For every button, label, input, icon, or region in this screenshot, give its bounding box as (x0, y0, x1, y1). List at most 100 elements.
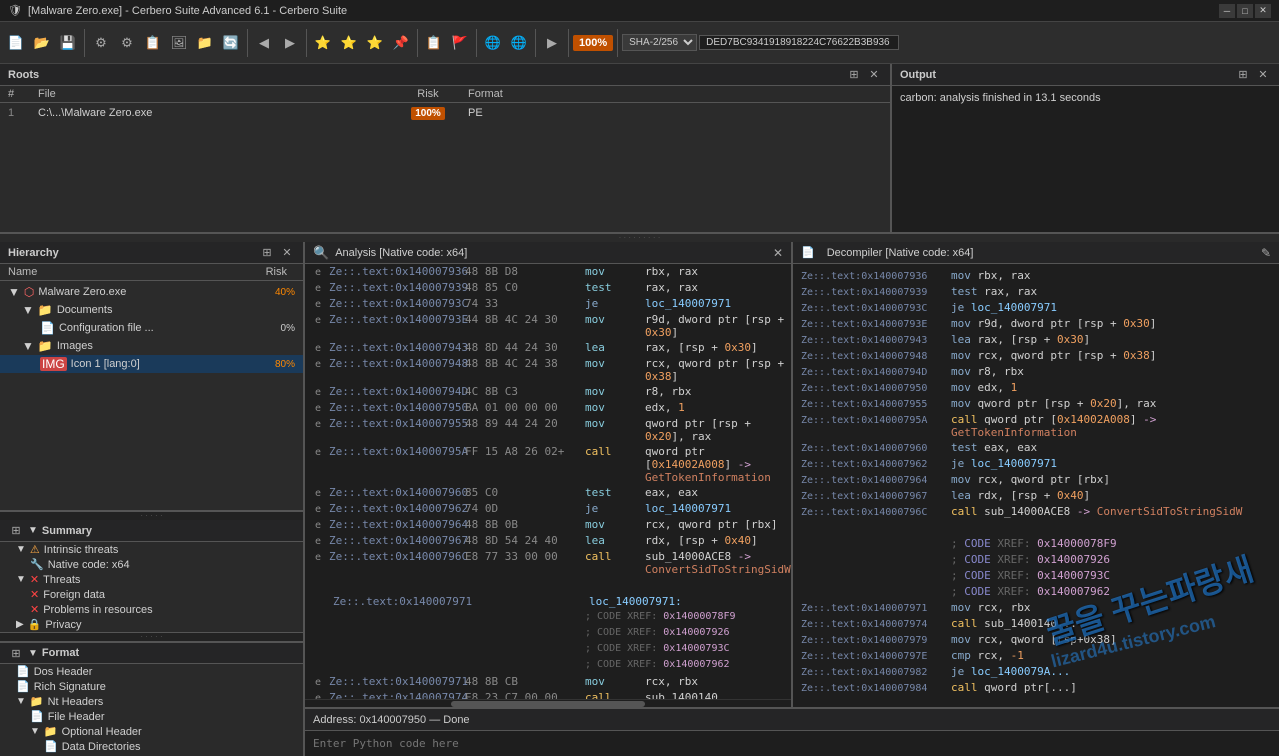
asm-row[interactable]: e Ze::.text:0x140007967 48 8D 54 24 40 l… (305, 533, 791, 549)
asm-row[interactable]: e Ze::.text:0x140007962 74 0D je loc_140… (305, 501, 791, 517)
roots-row[interactable]: 1 C:\...\Malware Zero.exe 100% PE (8, 105, 882, 121)
item-label: Configuration file ... (59, 322, 281, 334)
hierarchy-maximize[interactable]: ⊞ (259, 245, 275, 261)
rich-sig-label: Rich Signature (34, 681, 106, 693)
hierarchy-item-documents[interactable]: ▼ 📁 Documents (0, 301, 303, 319)
asm-bytes: 48 8D 54 24 40 (465, 534, 585, 547)
asm-row[interactable]: e Ze::.text:0x140007943 48 8D 44 24 30 l… (305, 340, 791, 356)
asm-row[interactable]: e Ze::.text:0x14000794D 4C 8B C3 mov r8,… (305, 384, 791, 400)
summary-header[interactable]: ⊞ ▼ Summary (0, 520, 303, 542)
close-button[interactable]: ✕ (1255, 4, 1271, 18)
hash-algorithm-select[interactable]: SHA-2/256 (622, 34, 697, 51)
toolbar-globe[interactable]: 🌐 (481, 31, 505, 55)
toolbar-img[interactable]: 🖼 (167, 31, 191, 55)
toolbar-arrow-left[interactable]: ◀ (252, 31, 276, 55)
asm-prefix: e (305, 536, 325, 547)
asm-row[interactable]: e Ze::.text:0x140007948 48 8B 4C 24 38 m… (305, 356, 791, 384)
maximize-button[interactable]: □ (1237, 4, 1253, 18)
problems-resources-item[interactable]: ✕ Problems in resources (0, 602, 303, 617)
asm-row[interactable]: e Ze::.text:0x140007964 48 8B 0B mov rcx… (305, 517, 791, 533)
roots-close[interactable]: ✕ (866, 67, 882, 83)
output-close[interactable]: ✕ (1255, 67, 1271, 83)
asm-row[interactable]: e Ze::.text:0x14000795A FF 15 A8 26 02+ … (305, 444, 791, 485)
hierarchy-content: ▼ ⬡ Malware Zero.exe 40% ▼ 📁 Documents (0, 281, 303, 510)
toolbar-flag[interactable]: 🚩 (448, 31, 472, 55)
python-input[interactable] (313, 737, 1271, 750)
asm-label: loc_140007971: (589, 595, 682, 608)
toolbar-refresh[interactable]: 🔄 (219, 31, 243, 55)
toolbar-star1[interactable]: ⭐ (311, 31, 335, 55)
intrinsic-threats-item[interactable]: ▼ ⚠ Intrinsic threats (0, 542, 303, 557)
disasm-search-btn[interactable]: 🔍 (313, 245, 329, 261)
native-code-item[interactable]: 🔧 Native code: x64 (0, 557, 303, 572)
toolbar-star3[interactable]: ⭐ (363, 31, 387, 55)
hierarchy-controls[interactable]: ⊞ ✕ (259, 245, 295, 261)
decompiler-edit-btn[interactable]: ✎ (1261, 246, 1271, 260)
toolbar-open[interactable]: 📂 (30, 31, 54, 55)
optional-header-item[interactable]: ▼ 📁 Optional Header (0, 724, 303, 739)
format-panel-ctrl[interactable]: ⊞ (8, 645, 24, 661)
toolbar-file[interactable]: 📁 (193, 31, 217, 55)
asm-row[interactable]: e Ze::.text:0x140007939 48 85 C0 test ra… (305, 280, 791, 296)
toolbar-pin[interactable]: 📌 (389, 31, 413, 55)
output-maximize[interactable]: ⊞ (1235, 67, 1251, 83)
hierarchy-item-icon1[interactable]: IMG Icon 1 [lang:0] 80% (0, 355, 303, 373)
output-panel-controls[interactable]: ⊞ ✕ (1235, 67, 1271, 83)
foreign-data-item[interactable]: ✕ Foreign data (0, 587, 303, 602)
format-drag-handle[interactable]: · · · · · (0, 633, 303, 641)
format-header[interactable]: ⊞ ▼ Format (0, 642, 303, 664)
privacy-item[interactable]: ▶ 🔒 Privacy (0, 617, 303, 632)
asm-row[interactable]: e Ze::.text:0x140007936 48 8B D8 mov rbx… (305, 264, 791, 280)
hierarchy-item-exe[interactable]: ▼ ⬡ Malware Zero.exe 40% (0, 283, 303, 301)
asm-addr: Ze::.text:0x14000795A (325, 445, 465, 458)
toolbar-new[interactable]: 📄 (4, 31, 28, 55)
asm-row[interactable]: e Ze::.text:0x140007971 48 8B CB mov rcx… (305, 674, 791, 690)
decompiler-title: Decompiler [Native code: x64] (827, 247, 974, 259)
panel-controls[interactable]: ⊞ (8, 523, 24, 539)
output-content: carbon: analysis finished in 13.1 second… (892, 86, 1279, 232)
decomp-code: call qword ptr [0x14002A008] -> GetToken… (951, 413, 1271, 439)
asm-row[interactable]: e Ze::.text:0x14000793E 44 8B 4C 24 30 m… (305, 312, 791, 340)
toolbar-arrow-right[interactable]: ▶ (278, 31, 302, 55)
asm-row[interactable]: e Ze::.text:0x14000796C E8 77 33 00 00 c… (305, 549, 791, 577)
warning-icon: ⚠ (30, 543, 40, 556)
asm-row[interactable]: e Ze::.text:0x140007955 48 89 44 24 20 m… (305, 416, 791, 444)
hierarchy-item-config[interactable]: 📄 Configuration file ... 0% (0, 319, 303, 337)
titlebar-controls[interactable]: ─ □ ✕ (1219, 4, 1271, 18)
disasm-hscroll[interactable] (305, 699, 791, 707)
toolbar-analyze[interactable]: ▶ (540, 31, 564, 55)
nt-headers-item[interactable]: ▼ 📁 Nt Headers (0, 694, 303, 709)
rich-sig-item[interactable]: 📄 Rich Signature (0, 679, 303, 694)
hash-value-input[interactable] (699, 35, 899, 50)
toolbar-globe2[interactable]: 🌐 (507, 31, 531, 55)
python-input-bar[interactable] (305, 730, 1279, 756)
drag-handle-top[interactable]: · · · · · · · · · (0, 234, 1279, 242)
decompiler-content[interactable]: Ze::.text:0x140007936 mov rbx, rax Ze::.… (793, 264, 1279, 707)
privacy-arrow: ▶ (16, 619, 24, 630)
data-dirs-item[interactable]: 📄 Data Directories (0, 739, 303, 754)
roots-panel-controls[interactable]: ⊞ ✕ (846, 67, 882, 83)
hierarchy-item-images[interactable]: ▼ 📁 Images (0, 337, 303, 355)
left-sidebar: Hierarchy ⊞ ✕ Name Risk ▼ ⬡ (0, 242, 305, 756)
toolbar-doc[interactable]: 📋 (141, 31, 165, 55)
threats-item[interactable]: ▼ ✕ Threats (0, 572, 303, 587)
asm-row[interactable]: e Ze::.text:0x140007960 85 C0 test eax, … (305, 485, 791, 501)
intrinsic-threats-label: Intrinsic threats (44, 544, 119, 556)
toolbar-settings2[interactable]: ⚙ (115, 31, 139, 55)
hierarchy-close[interactable]: ✕ (279, 245, 295, 261)
asm-row[interactable]: e Ze::.text:0x140007950 BA 01 00 00 00 m… (305, 400, 791, 416)
decomp-row: Ze::.text:0x140007950 mov edx, 1 (801, 380, 1271, 396)
minimize-button[interactable]: ─ (1219, 4, 1235, 18)
toolbar-save[interactable]: 💾 (56, 31, 80, 55)
sidebar-drag-handle[interactable]: · · · · · (0, 512, 303, 520)
disasm-close-btn[interactable]: ✕ (773, 246, 783, 260)
toolbar-settings[interactable]: ⚙ (89, 31, 113, 55)
asm-row[interactable]: e Ze::.text:0x140007974 E8 23 C7 00 00 c… (305, 690, 791, 699)
dos-header-item[interactable]: 📄 Dos Header (0, 664, 303, 679)
roots-maximize[interactable]: ⊞ (846, 67, 862, 83)
disasm-content[interactable]: e Ze::.text:0x140007936 48 8B D8 mov rbx… (305, 264, 791, 699)
asm-row[interactable]: e Ze::.text:0x14000793C 74 33 je loc_140… (305, 296, 791, 312)
file-header-item[interactable]: 📄 File Header (0, 709, 303, 724)
toolbar-copy[interactable]: 📋 (422, 31, 446, 55)
toolbar-star2[interactable]: ⭐ (337, 31, 361, 55)
